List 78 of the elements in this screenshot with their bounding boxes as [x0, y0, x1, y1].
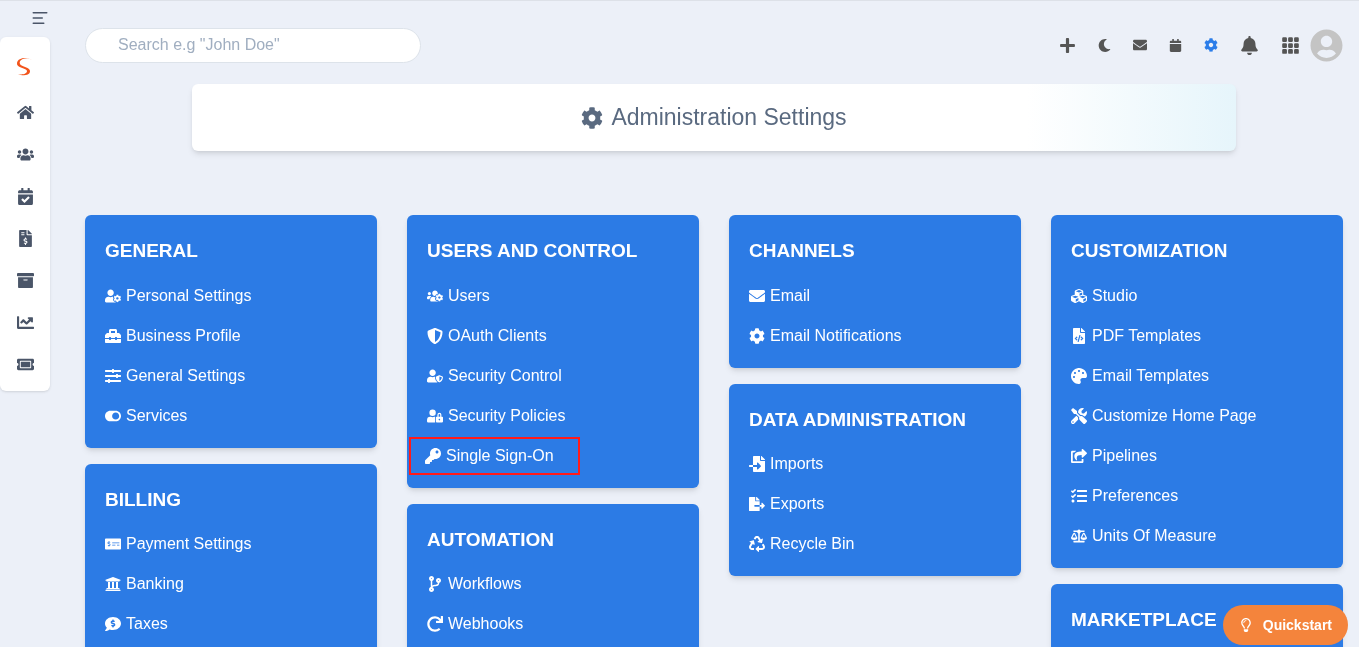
- settings-icon[interactable]: [1204, 38, 1218, 52]
- settings-link[interactable]: Email Templates: [1071, 356, 1210, 395]
- card-title: MARKETPLACE: [1071, 607, 1217, 632]
- page-title: Administration Settings: [611, 103, 847, 133]
- cubes-icon: [1071, 287, 1087, 304]
- bell-icon[interactable]: [1240, 35, 1259, 55]
- file-code-icon: [1071, 327, 1087, 344]
- card-title: USERS AND CONTROL: [427, 239, 638, 263]
- chart-line-icon[interactable]: [16, 314, 34, 331]
- branch-icon: [427, 576, 443, 592]
- settings-link[interactable]: PDF Templates: [1071, 316, 1202, 355]
- settings-link[interactable]: Pipelines: [1071, 436, 1157, 475]
- settings-link[interactable]: Banking: [105, 565, 184, 603]
- toolbox-icon: [105, 327, 121, 344]
- card-title: GENERAL: [105, 239, 198, 263]
- card-title: CHANNELS: [749, 239, 855, 263]
- settings-link[interactable]: Recycle Bin: [749, 525, 855, 563]
- card-title: CUSTOMIZATION: [1071, 239, 1228, 263]
- user-shield-icon: [427, 367, 443, 384]
- settings-link[interactable]: OAuth Clients: [427, 316, 547, 355]
- settings-link[interactable]: Personal Settings: [105, 276, 252, 315]
- settings-link[interactable]: Email Notifications: [749, 316, 902, 355]
- ticket-icon[interactable]: [16, 356, 34, 373]
- key-icon: [425, 447, 441, 464]
- settings-link[interactable]: Units Of Measure: [1071, 516, 1217, 555]
- envelope-icon[interactable]: [1133, 38, 1147, 52]
- archive-icon[interactable]: [16, 272, 34, 289]
- recycle-icon: [749, 536, 765, 552]
- card-title: AUTOMATION: [427, 527, 554, 552]
- scale-icon: [1071, 527, 1087, 544]
- settings-link[interactable]: Preferences: [1071, 476, 1179, 515]
- palette-icon: [1071, 367, 1087, 384]
- calendar-icon[interactable]: [1169, 38, 1182, 52]
- settings-link[interactable]: Users: [427, 276, 490, 315]
- calendar-check-icon[interactable]: [16, 188, 34, 205]
- lightbulb-icon: [1238, 618, 1253, 632]
- user-gear-icon: [105, 287, 121, 304]
- card-title: BILLING: [105, 487, 181, 512]
- gear-icon: [749, 327, 765, 344]
- settings-link[interactable]: Payment Settings: [105, 525, 252, 563]
- settings-link[interactable]: Exports: [749, 485, 825, 523]
- settings-link[interactable]: Workflows: [427, 565, 522, 603]
- settings-link[interactable]: Webhooks: [427, 605, 524, 643]
- settings-link[interactable]: Imports: [749, 445, 824, 483]
- tools-icon: [1071, 407, 1087, 424]
- settings-link[interactable]: Email: [749, 276, 810, 315]
- apps-grid-icon[interactable]: [1281, 35, 1300, 55]
- plus-icon[interactable]: [1059, 36, 1076, 54]
- money-card-icon: [105, 536, 121, 552]
- settings-link[interactable]: Business Profile: [105, 316, 241, 355]
- moon-icon[interactable]: [1098, 38, 1111, 52]
- file-import-icon: [749, 456, 765, 472]
- settings-link[interactable]: Taxes: [105, 605, 168, 643]
- shield-icon: [427, 327, 443, 344]
- settings-link[interactable]: Security Control: [427, 356, 562, 395]
- share-icon: [1071, 447, 1087, 464]
- menu-icon[interactable]: [31, 9, 49, 27]
- card-title: DATA ADMINISTRATION: [749, 407, 967, 432]
- search-field[interactable]: Search e.g "John Doe": [85, 27, 421, 63]
- settings-link[interactable]: General Settings: [105, 356, 246, 395]
- settings-link[interactable]: Security Policies: [427, 396, 566, 435]
- sliders-icon: [105, 367, 121, 384]
- envelope-icon: [749, 287, 765, 304]
- settings-link[interactable]: Customize Home Page: [1071, 396, 1257, 435]
- settings-link[interactable]: Studio: [1071, 276, 1138, 315]
- settings-link[interactable]: Services: [105, 396, 188, 435]
- invoice-icon[interactable]: [16, 230, 34, 247]
- user-lock-icon: [427, 407, 443, 424]
- gear-icon: [581, 106, 604, 129]
- dollar-bubble-icon: [105, 616, 121, 632]
- checklist-icon: [1071, 487, 1087, 504]
- file-export-icon: [749, 496, 765, 512]
- bank-icon: [105, 576, 121, 592]
- home-icon[interactable]: [16, 104, 34, 121]
- users-icon[interactable]: [16, 146, 34, 163]
- quickstart-button[interactable]: Quickstart: [1222, 605, 1348, 645]
- loop-icon: [427, 616, 443, 632]
- settings-link[interactable]: Single Sign-On: [409, 436, 580, 475]
